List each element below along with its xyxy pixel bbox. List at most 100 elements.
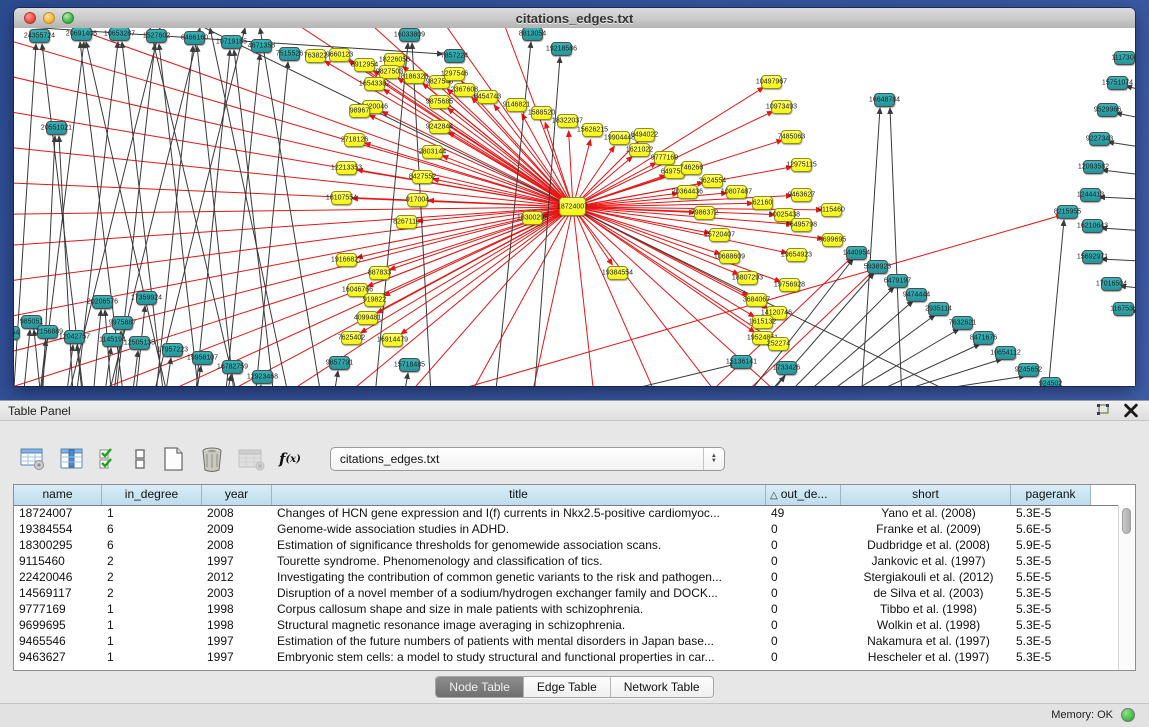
select-columns-icon[interactable] (98, 447, 120, 471)
graph-node[interactable]: 10807487 (726, 185, 747, 199)
graph-node[interactable]: 19958107 (192, 351, 213, 365)
graph-node[interactable]: 2803144 (422, 145, 443, 159)
graph-node[interactable]: 10719185 (221, 35, 242, 49)
graph-node[interactable]: 9857791 (329, 356, 350, 370)
table-row[interactable]: 2242004622012Investigating the contribut… (14, 569, 1119, 585)
graph-node[interactable]: 10653287 (109, 28, 130, 41)
graph-node[interactable]: 15692971 (1082, 250, 1103, 264)
graph-node[interactable]: 1621022 (629, 143, 650, 157)
graph-node[interactable]: 15718485 (399, 358, 420, 372)
graph-node[interactable]: 12213353 (336, 161, 357, 175)
graph-node[interactable]: 8215955 (1057, 205, 1078, 219)
network-canvas[interactable]: 2435572420691406106532871527602646616010… (14, 28, 1135, 386)
graph-node[interactable]: 16914479 (382, 333, 403, 347)
graph-node[interactable]: 19166827 (336, 253, 357, 267)
graph-node[interactable]: 252274 (768, 337, 789, 351)
delete-table-icon[interactable] (238, 447, 266, 471)
add-column-icon[interactable] (59, 447, 85, 471)
graph-node[interactable]: 9474444 (906, 288, 927, 302)
graph-node[interactable]: 8427552 (412, 170, 433, 184)
graph-node[interactable]: 19904448 (609, 131, 630, 145)
graph-node[interactable]: 1615132 (752, 315, 773, 329)
column-header-out_de[interactable]: △out_de... (766, 485, 841, 505)
table-selector-dropdown[interactable]: citations_edges.txt ▲▼ (330, 447, 725, 471)
graph-node[interactable]: 887833 (369, 266, 390, 280)
table-row[interactable]: 1456911722003Disruption of a novel membe… (14, 585, 1119, 601)
graph-node[interactable]: 1145194 (102, 333, 123, 347)
graph-node[interactable]: 2718126 (344, 133, 365, 147)
float-panel-icon[interactable] (1095, 403, 1111, 418)
close-panel-icon[interactable] (1123, 403, 1139, 418)
graph-node[interactable]: 9699695 (822, 233, 843, 247)
table-row[interactable]: 969969511998Structural magnetic resonanc… (14, 617, 1119, 633)
table-row[interactable]: 911546021997Tourette syndrome. Phenomeno… (14, 553, 1119, 569)
graph-node[interactable]: 7857224 (444, 49, 465, 63)
graph-node[interactable]: 20364436 (677, 185, 698, 199)
graph-node[interactable]: 15136141 (731, 355, 752, 369)
table-options-icon[interactable] (20, 447, 46, 471)
graph-node[interactable]: 15626215 (582, 123, 603, 137)
column-header-title[interactable]: title (272, 485, 766, 505)
graph-node[interactable]: 6479197 (887, 274, 908, 288)
network-view-window[interactable]: citations_edges.txt 24355724206914061065… (14, 8, 1135, 386)
scrollbar-thumb[interactable] (1122, 508, 1131, 534)
graph-node[interactable]: 1527602 (146, 29, 167, 43)
graph-node[interactable]: 7986372 (694, 206, 715, 220)
column-header-year[interactable]: year (202, 485, 272, 505)
graph-node[interactable]: 20206576 (92, 295, 113, 309)
graph-node[interactable]: 18322037 (557, 114, 578, 128)
graph-node[interactable]: 16648784 (874, 93, 895, 107)
graph-node[interactable]: 2367608 (454, 83, 475, 97)
graph-node[interactable]: 9660123 (329, 48, 350, 62)
table-row[interactable]: 977716911998Corpus callosum shape and si… (14, 601, 1119, 617)
merge-rows-icon[interactable] (133, 447, 147, 471)
graph-node[interactable]: 12923468 (252, 370, 273, 384)
window-titlebar[interactable]: citations_edges.txt (14, 8, 1135, 29)
graph-node[interactable]: 3684067 (746, 293, 767, 307)
column-header-in_degree[interactable]: in_degree (102, 485, 202, 505)
graph-node[interactable]: 9875685 (429, 95, 450, 109)
graph-node[interactable]: 19218586 (551, 42, 572, 56)
graph-node[interactable]: 7515526 (279, 47, 300, 61)
graph-node[interactable]: 98967 (349, 104, 370, 118)
graph-node[interactable]: 17359924 (136, 291, 157, 305)
tab-node-table[interactable]: Node Table (436, 677, 524, 697)
graph-node[interactable]: 19756928 (779, 278, 800, 292)
table-row[interactable]: 1872400712008Changes of HCN gene express… (14, 505, 1119, 521)
graph-node[interactable]: 8813054 (522, 28, 543, 41)
graph-node[interactable]: 15751074 (1107, 76, 1128, 90)
table-row[interactable]: 1830029562008Estimation of significance … (14, 537, 1119, 553)
graph-node[interactable]: 24355724 (29, 29, 50, 43)
table-row[interactable]: 946554611997Estimation of the future num… (14, 633, 1119, 649)
graph-node[interactable]: 7625402 (341, 331, 362, 345)
graph-node[interactable]: 2935114 (928, 302, 949, 316)
graph-node[interactable]: 4671358 (251, 39, 272, 53)
graph-node[interactable]: 746266 (681, 161, 702, 175)
graph-node[interactable]: 5938923 (867, 260, 888, 274)
graph-node[interactable]: 1588520 (531, 106, 552, 120)
graph-node[interactable]: 10654112 (995, 346, 1016, 360)
graph-node[interactable]: 6466160 (184, 31, 205, 45)
graph-node[interactable]: 1440954 (846, 246, 867, 260)
graph-node[interactable]: 10688609 (719, 250, 740, 264)
graph-node[interactable]: 9242844 (429, 120, 450, 134)
graph-node[interactable]: 1733426 (776, 361, 797, 375)
graph-node[interactable]: 20551021 (46, 121, 67, 135)
graph-node[interactable]: 9115460 (821, 203, 842, 217)
table-row[interactable]: 946362711997Embryonic stem cells: a mode… (14, 649, 1119, 665)
tab-network-table[interactable]: Network Table (611, 677, 713, 697)
graph-node[interactable]: 19384554 (607, 266, 628, 280)
graph-node[interactable]: 16782759 (222, 360, 243, 374)
graph-node[interactable]: 8267110 (396, 215, 417, 229)
graph-node[interactable]: 924502 (1040, 377, 1061, 386)
graph-node[interactable]: 6494022 (634, 128, 655, 142)
graph-node[interactable]: 62160 (752, 196, 773, 210)
table-vertical-scrollbar[interactable] (1118, 505, 1135, 670)
column-header-name[interactable]: name (14, 485, 102, 505)
graph-node[interactable]: 9975887 (112, 316, 133, 330)
graph-node[interactable]: 16210643 (1082, 219, 1103, 233)
graph-node[interactable]: 9227343 (1089, 132, 1110, 146)
graph-node[interactable]: 919822 (364, 293, 385, 307)
graph-node[interactable]: 10497967 (761, 75, 782, 89)
graph-node[interactable]: 763822 (305, 49, 326, 63)
